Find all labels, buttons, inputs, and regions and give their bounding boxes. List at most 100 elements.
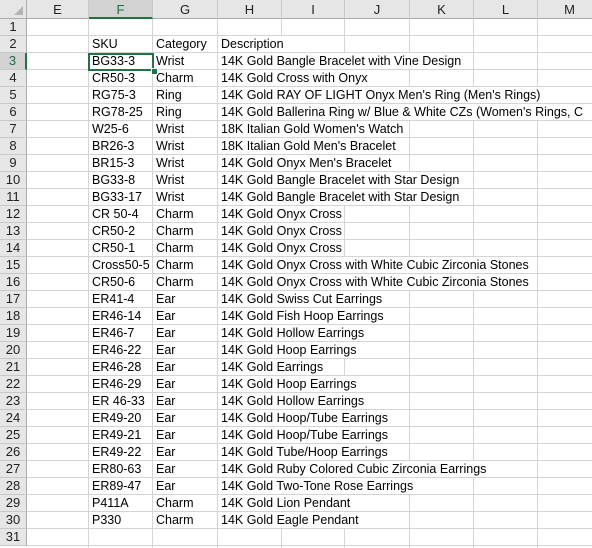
category-cell[interactable]: Wrist [154, 53, 185, 69]
category-cell[interactable]: Ear [154, 308, 176, 324]
category-cell[interactable]: Charm [154, 223, 194, 239]
sku-cell[interactable]: ER46-14 [90, 308, 152, 324]
sku-cell[interactable]: ER46-28 [90, 359, 152, 375]
sku-cell[interactable]: ER 46-33 [90, 393, 152, 409]
description-cell[interactable]: 14K Gold Hoop/Tube Earrings [219, 427, 388, 443]
active-cell-selection[interactable] [88, 53, 154, 71]
row-header-3[interactable]: 3 [0, 53, 27, 70]
description-cell[interactable]: 14K Gold Bangle Bracelet with Star Desig… [219, 189, 460, 205]
row-header-6[interactable]: 6 [0, 104, 27, 121]
sku-cell[interactable]: P411A [90, 495, 152, 511]
column-header-F[interactable]: F [89, 0, 153, 19]
row-header-29[interactable]: 29 [0, 495, 27, 512]
row-header-28[interactable]: 28 [0, 478, 27, 495]
description-cell[interactable]: 14K Gold Ballerina Ring w/ Blue & White … [219, 104, 584, 120]
row-header-23[interactable]: 23 [0, 393, 27, 410]
sku-cell[interactable]: CR 50-4 [90, 206, 152, 222]
category-cell[interactable]: Ear [154, 291, 176, 307]
category-cell[interactable]: Charm [154, 257, 194, 273]
description-cell[interactable]: 14K Gold Onyx Cross with White Cubic Zir… [219, 274, 529, 290]
category-cell[interactable]: Wrist [154, 189, 185, 205]
description-cell[interactable]: 14K Gold Tube/Hoop Earrings [219, 444, 388, 460]
row-header-17[interactable]: 17 [0, 291, 27, 308]
description-cell[interactable]: 14K Gold Ruby Colored Cubic Zirconia Ear… [219, 461, 487, 477]
row-header-9[interactable]: 9 [0, 155, 27, 172]
row-header-21[interactable]: 21 [0, 359, 27, 376]
row-header-14[interactable]: 14 [0, 240, 27, 257]
fill-handle[interactable] [151, 68, 158, 75]
column-header-K[interactable]: K [410, 0, 474, 19]
row-header-19[interactable]: 19 [0, 325, 27, 342]
column-header-L[interactable]: L [474, 0, 538, 19]
category-cell[interactable]: Charm [154, 206, 194, 222]
sku-cell[interactable]: ER89-47 [90, 478, 152, 494]
sku-cell[interactable]: ER80-63 [90, 461, 152, 477]
category-cell[interactable]: Charm [154, 70, 194, 86]
column-header-H[interactable]: H [218, 0, 282, 19]
row-header-27[interactable]: 27 [0, 461, 27, 478]
category-cell[interactable]: Wrist [154, 121, 185, 137]
row-header-5[interactable]: 5 [0, 87, 27, 104]
row-header-12[interactable]: 12 [0, 206, 27, 223]
category-cell[interactable]: Ear [154, 444, 176, 460]
category-cell[interactable]: Charm [154, 274, 194, 290]
sku-cell[interactable]: ER49-22 [90, 444, 152, 460]
row-header-8[interactable]: 8 [0, 138, 27, 155]
category-cell[interactable]: Wrist [154, 138, 185, 154]
row-header-7[interactable]: 7 [0, 121, 27, 138]
description-cell[interactable]: 14K Gold Lion Pendant [219, 495, 351, 511]
category-cell[interactable]: Charm [154, 512, 194, 528]
sku-cell[interactable]: CR50-3 [90, 70, 152, 86]
description-cell[interactable]: 14K Gold Hoop Earrings [219, 376, 357, 392]
description-cell[interactable]: 14K Gold Hollow Earrings [219, 393, 365, 409]
description-cell[interactable]: 14K Gold Swiss Cut Earrings [219, 291, 383, 307]
row-header-1[interactable]: 1 [0, 19, 27, 36]
row-header-13[interactable]: 13 [0, 223, 27, 240]
sku-cell[interactable]: Cross50-5 [90, 257, 152, 273]
row-header-31[interactable]: 31 [0, 529, 27, 546]
description-cell[interactable]: 14K Gold Earrings [219, 359, 324, 375]
description-cell[interactable]: 14K Gold Onyx Cross [219, 206, 342, 222]
category-cell[interactable]: Ear [154, 376, 176, 392]
row-header-10[interactable]: 10 [0, 172, 27, 189]
sku-cell[interactable]: W25-6 [90, 121, 152, 137]
description-cell[interactable]: 18K Italian Gold Men's Bracelet [219, 138, 396, 154]
row-header-25[interactable]: 25 [0, 427, 27, 444]
row-header-30[interactable]: 30 [0, 512, 27, 529]
sku-cell[interactable]: RG75-3 [90, 87, 152, 103]
description-cell[interactable]: 18K Italian Gold Women's Watch [219, 121, 404, 137]
row-header-20[interactable]: 20 [0, 342, 27, 359]
header-description[interactable]: Description [219, 36, 284, 52]
sku-cell[interactable]: BG33-17 [90, 189, 152, 205]
category-cell[interactable]: Wrist [154, 155, 185, 171]
row-header-18[interactable]: 18 [0, 308, 27, 325]
category-cell[interactable]: Wrist [154, 172, 185, 188]
row-header-26[interactable]: 26 [0, 444, 27, 461]
sku-cell[interactable]: RG78-25 [90, 104, 152, 120]
sku-cell[interactable]: CR50-6 [90, 274, 152, 290]
category-cell[interactable]: Ear [154, 393, 176, 409]
spreadsheet-grid[interactable]: E F G H I J K L M 1 2 3 4 5 6 7 8 9 10 11 12 13 14 15 16 17 18 19 20… [0, 0, 592, 548]
row-header-4[interactable]: 4 [0, 70, 27, 87]
description-cell[interactable]: 14K Gold Cross with Onyx [219, 70, 368, 86]
description-cell[interactable]: 14K Gold Onyx Cross [219, 223, 342, 239]
category-cell[interactable]: Charm [154, 240, 194, 256]
description-cell[interactable]: 14K Gold Hoop Earrings [219, 342, 357, 358]
category-cell[interactable]: Ear [154, 427, 176, 443]
row-header-15[interactable]: 15 [0, 257, 27, 274]
row-header-2[interactable]: 2 [0, 36, 27, 53]
sku-cell[interactable]: P330 [90, 512, 152, 528]
column-header-G[interactable]: G [153, 0, 218, 19]
row-header-11[interactable]: 11 [0, 189, 27, 206]
description-cell[interactable]: 14K Gold RAY OF LIGHT Onyx Men's Ring (M… [219, 87, 541, 103]
sku-cell[interactable]: BG33-8 [90, 172, 152, 188]
category-cell[interactable]: Ear [154, 410, 176, 426]
sku-cell[interactable]: ER46-22 [90, 342, 152, 358]
row-header-22[interactable]: 22 [0, 376, 27, 393]
description-cell[interactable]: 14K Gold Onyx Men's Bracelet [219, 155, 392, 171]
description-cell[interactable]: 14K Gold Onyx Cross [219, 240, 342, 256]
category-cell[interactable]: Ring [154, 104, 182, 120]
sku-cell[interactable]: ER41-4 [90, 291, 152, 307]
category-cell[interactable]: Charm [154, 495, 194, 511]
category-cell[interactable]: Ear [154, 478, 176, 494]
